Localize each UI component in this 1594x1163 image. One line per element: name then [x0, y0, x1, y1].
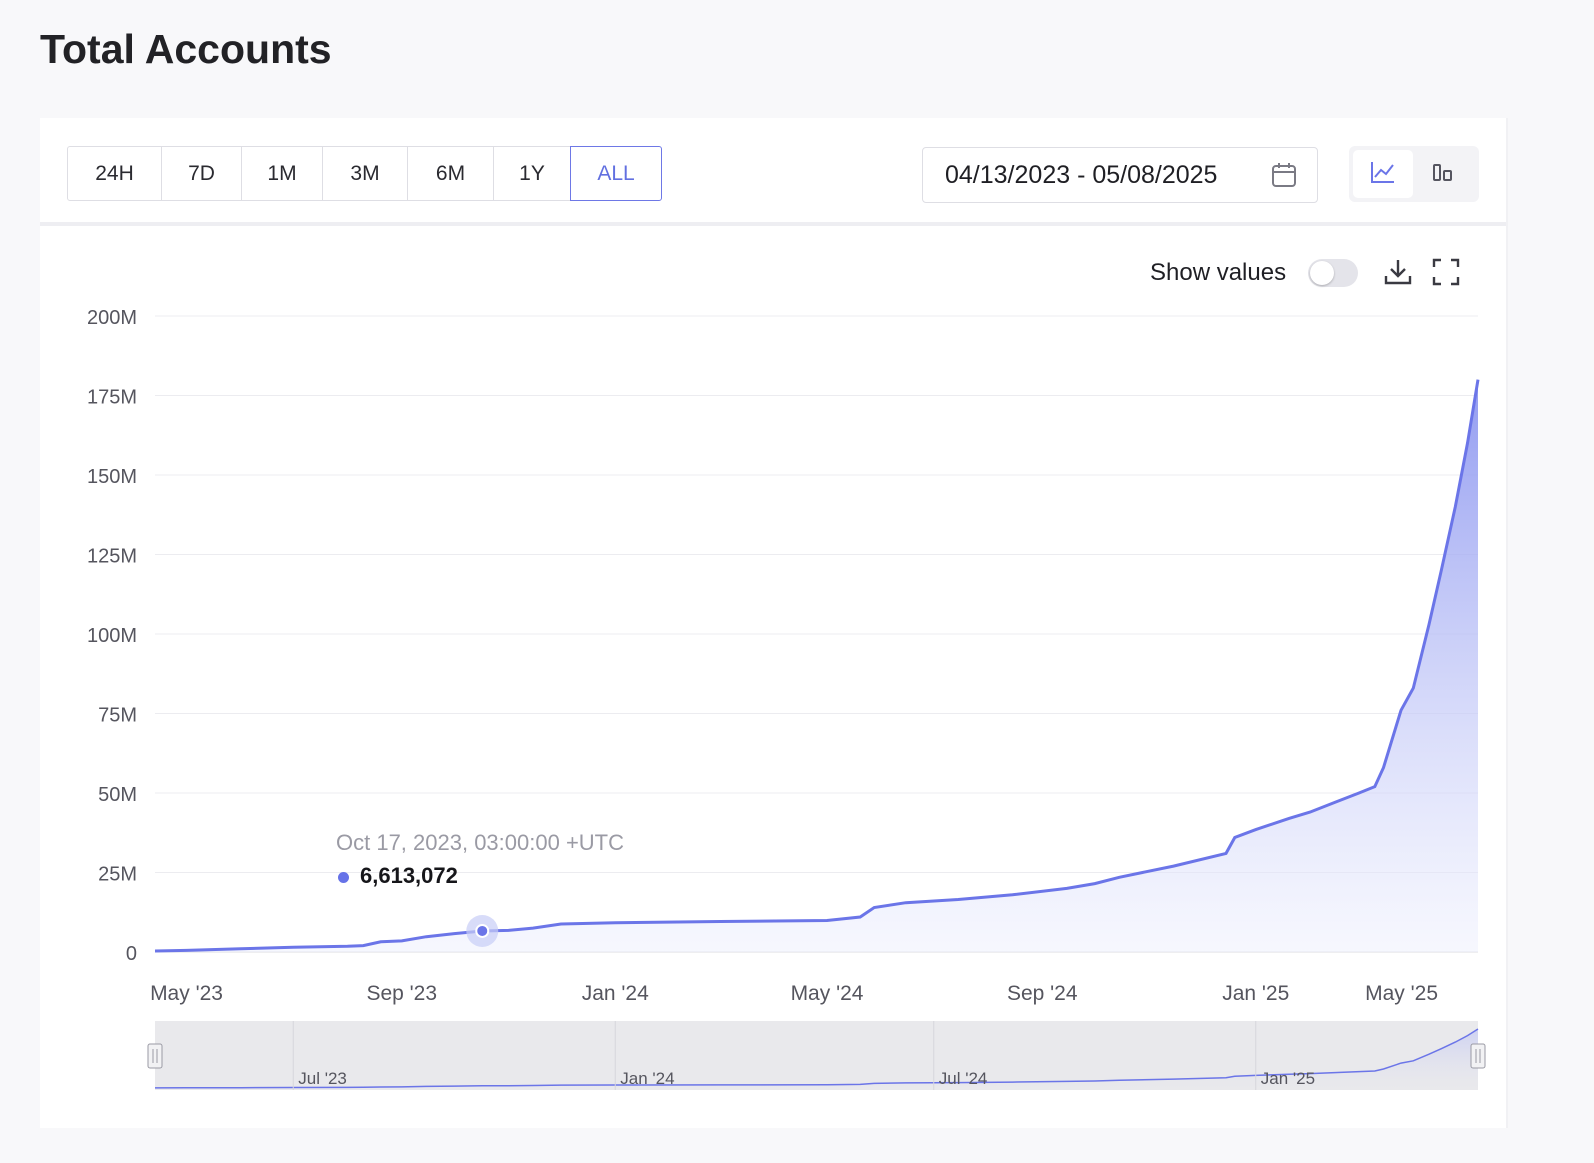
x-tick-label: May '23: [150, 982, 223, 1005]
y-tick-label: 100M: [87, 625, 137, 647]
area-fill: [155, 379, 1478, 953]
chart-card: 24H 7D 1M 3M 6M 1Y ALL 04/13/2023 - 05/0…: [40, 118, 1506, 1128]
navigator-handle-left[interactable]: [147, 1043, 163, 1069]
range-button-all[interactable]: ALL: [570, 146, 662, 201]
x-tick-label: May '25: [1365, 982, 1438, 1005]
page-title: Total Accounts: [40, 26, 332, 72]
x-tick-label: Jan '25: [1222, 982, 1289, 1005]
x-tick-label: Jan '24: [582, 982, 649, 1005]
y-tick-label: 0: [126, 943, 137, 965]
handle-body: [1470, 1043, 1486, 1069]
navigator-label: Jul '23: [298, 1069, 347, 1088]
navigator-label: Jan '24: [620, 1069, 674, 1088]
y-tick-label: 25M: [98, 864, 137, 886]
y-tick-label: 75M: [98, 705, 137, 727]
x-tick-label: Sep '24: [1007, 982, 1078, 1005]
navigator-handle-right[interactable]: [1470, 1043, 1486, 1069]
x-tick-label: Sep '23: [366, 982, 437, 1005]
tooltip-value: 6,613,072: [360, 863, 458, 888]
y-tick-label: 200M: [87, 307, 137, 329]
highlight-point: [475, 923, 490, 938]
tooltip-date: Oct 17, 2023, 03:00:00 +UTC: [336, 830, 625, 855]
tooltip-series-marker: [338, 872, 349, 883]
accounts-area-chart: 0 25M 50M 75M 100M 125M 150M 175M 200M May '23 Se…: [87, 307, 1486, 1090]
navigator-label: Jan '25: [1261, 1069, 1315, 1088]
y-tick-label: 150M: [87, 466, 137, 488]
x-tick-label: May '24: [791, 982, 864, 1005]
y-tick-label: 50M: [98, 784, 137, 806]
y-tick-label: 175M: [87, 387, 137, 409]
navigator-label: Jul '24: [939, 1069, 988, 1088]
handle-body: [147, 1043, 163, 1069]
y-tick-label: 125M: [87, 546, 137, 568]
panel-divider: [1506, 118, 1508, 1128]
